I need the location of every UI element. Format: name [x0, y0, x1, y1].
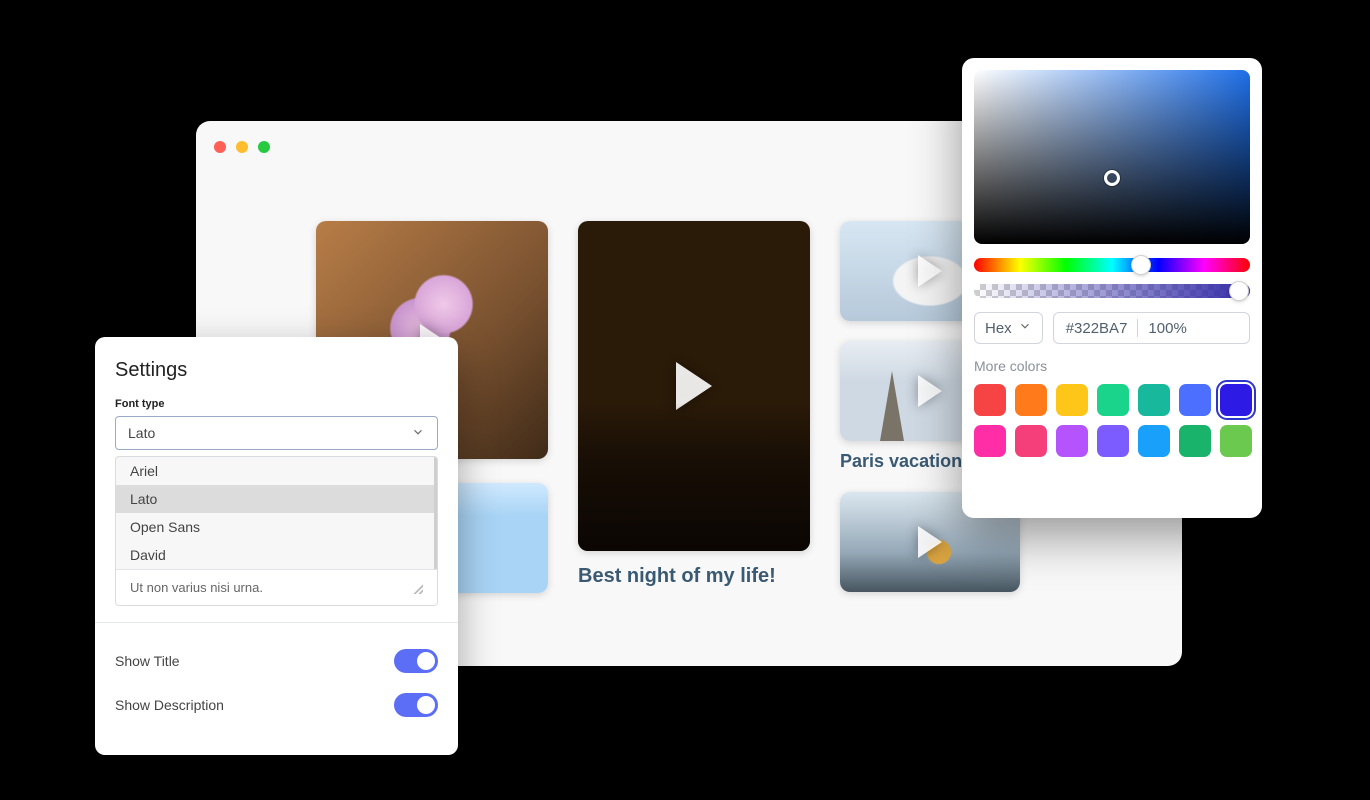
font-type-dropdown: Ariel Lato Open Sans David Ut non varius…	[115, 456, 438, 606]
color-mode-select[interactable]: Hex	[974, 312, 1043, 344]
toggle-row-show-description: Show Description	[115, 683, 438, 727]
color-swatch[interactable]	[974, 425, 1006, 457]
video-thumb-concert[interactable]	[578, 221, 810, 551]
resize-grip-icon[interactable]	[411, 582, 423, 594]
window-zoom-dot[interactable]	[258, 141, 270, 153]
toggle-label: Show Description	[115, 697, 224, 713]
settings-panel: Settings Font type Lato Ariel Lato Open …	[95, 337, 458, 755]
color-swatch[interactable]	[974, 384, 1006, 416]
play-icon	[918, 526, 942, 558]
alpha-thumb[interactable]	[1230, 282, 1248, 300]
font-option[interactable]: Ariel	[116, 457, 434, 485]
chevron-down-icon	[411, 425, 425, 442]
color-swatch[interactable]	[1220, 425, 1252, 457]
color-swatch[interactable]	[1179, 425, 1211, 457]
color-swatch[interactable]	[1138, 425, 1170, 457]
description-textarea[interactable]: Ut non varius nisi urna.	[116, 569, 437, 605]
more-colors-label: More colors	[974, 358, 1250, 374]
color-swatch[interactable]	[1056, 425, 1088, 457]
color-value-input[interactable]: #322BA7 100%	[1053, 312, 1250, 344]
show-description-toggle[interactable]	[394, 693, 438, 717]
show-title-toggle[interactable]	[394, 649, 438, 673]
hex-value: #322BA7	[1066, 320, 1128, 337]
font-type-label: Font type	[115, 398, 438, 410]
color-swatches	[974, 384, 1250, 457]
separator	[1137, 319, 1138, 337]
color-swatch[interactable]	[1097, 425, 1129, 457]
play-icon	[918, 255, 942, 287]
description-value: Ut non varius nisi urna.	[130, 580, 263, 595]
hue-thumb[interactable]	[1132, 256, 1150, 274]
color-swatch[interactable]	[1097, 384, 1129, 416]
color-picker-panel: Hex #322BA7 100% More colors	[962, 58, 1262, 518]
color-swatch[interactable]	[1138, 384, 1170, 416]
toggle-label: Show Title	[115, 653, 180, 669]
play-icon	[918, 375, 942, 407]
color-swatch[interactable]	[1220, 384, 1252, 416]
saturation-value-area[interactable]	[974, 70, 1250, 244]
video-caption: Best night of my life!	[578, 565, 810, 588]
settings-title: Settings	[115, 359, 438, 382]
opacity-value: 100%	[1148, 320, 1186, 337]
color-mode-value: Hex	[985, 320, 1012, 337]
font-option[interactable]: Open Sans	[116, 513, 434, 541]
window-minimize-dot[interactable]	[236, 141, 248, 153]
play-icon	[676, 362, 712, 410]
color-swatch[interactable]	[1179, 384, 1211, 416]
color-swatch[interactable]	[1015, 425, 1047, 457]
toggle-row-show-title: Show Title	[115, 639, 438, 683]
traffic-lights	[214, 141, 270, 153]
font-type-select[interactable]: Lato	[115, 416, 438, 450]
font-option[interactable]: David	[116, 541, 434, 569]
divider	[95, 622, 458, 623]
color-swatch[interactable]	[1056, 384, 1088, 416]
color-swatch[interactable]	[1015, 384, 1047, 416]
sv-cursor[interactable]	[1104, 170, 1120, 186]
font-option[interactable]: Lato	[116, 485, 434, 513]
chevron-down-icon	[1018, 319, 1032, 337]
font-type-value: Lato	[128, 425, 155, 441]
gallery-col-2: Best night of my life!	[578, 221, 810, 593]
color-value-row: Hex #322BA7 100%	[974, 312, 1250, 344]
window-close-dot[interactable]	[214, 141, 226, 153]
alpha-slider[interactable]	[974, 284, 1250, 298]
hue-slider[interactable]	[974, 258, 1250, 272]
